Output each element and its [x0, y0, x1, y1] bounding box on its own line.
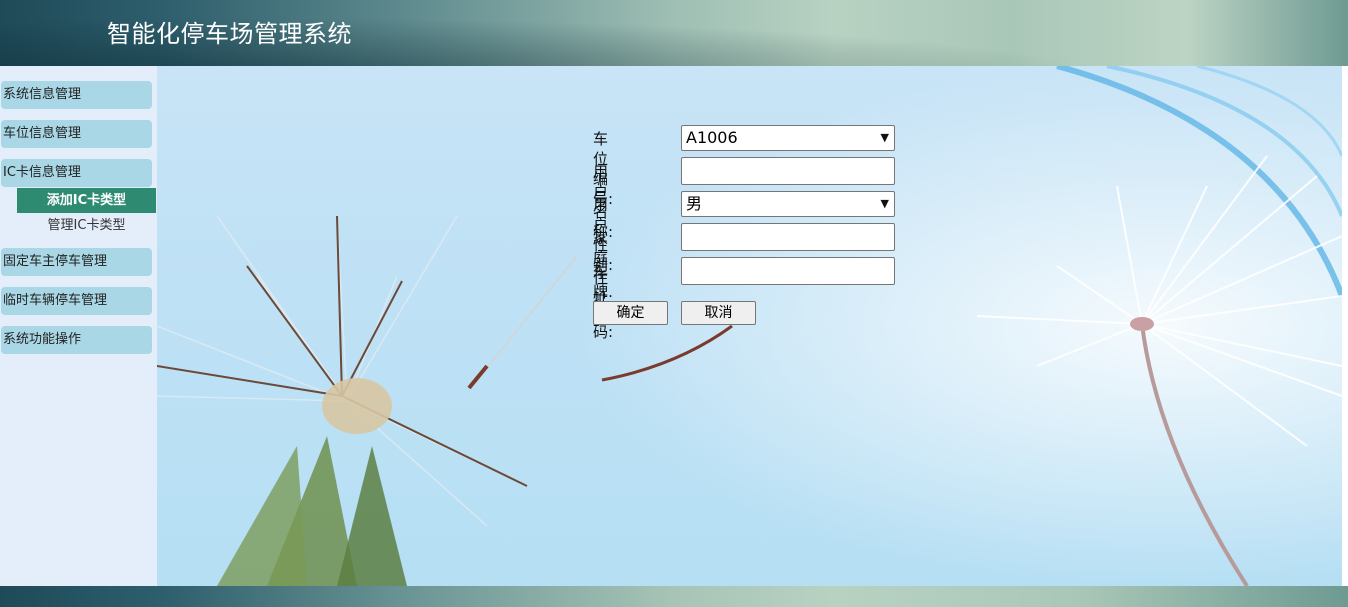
- header-banner: 智能化停车场管理系统: [0, 0, 1348, 66]
- confirm-button[interactable]: 确定: [593, 301, 668, 325]
- chevron-down-icon: ▼: [880, 131, 889, 144]
- plate-input[interactable]: [681, 257, 895, 285]
- app-title: 智能化停车场管理系统: [107, 20, 352, 48]
- content-right-edge: [1342, 66, 1348, 586]
- gender-select-value: 男: [686, 194, 703, 213]
- sidebar-item-system-info[interactable]: 系统信息管理: [1, 81, 152, 109]
- sidebar-item-system-functions[interactable]: 系统功能操作: [1, 326, 152, 354]
- sidebar-subitem-manage-ic-card-type[interactable]: 管理IC卡类型: [17, 214, 156, 238]
- sidebar-item-ic-card[interactable]: IC卡信息管理: [1, 159, 152, 187]
- footer-bar: [0, 586, 1348, 607]
- sidebar-subitem-add-ic-card-type[interactable]: 添加IC卡类型: [17, 188, 156, 213]
- sidebar-item-temp-vehicle[interactable]: 临时车辆停车管理: [1, 287, 152, 315]
- user-name-input[interactable]: [681, 157, 895, 185]
- gender-select[interactable]: 男 ▼: [681, 191, 895, 217]
- space-no-select[interactable]: A1006 ▼: [681, 125, 895, 151]
- cancel-button[interactable]: 取消: [681, 301, 756, 325]
- space-no-select-value: A1006: [686, 128, 738, 147]
- address-input[interactable]: [681, 223, 895, 251]
- chevron-down-icon: ▼: [880, 197, 889, 210]
- sidebar-item-fixed-owner[interactable]: 固定车主停车管理: [1, 248, 152, 276]
- sidebar-item-parking-space[interactable]: 车位信息管理: [1, 120, 152, 148]
